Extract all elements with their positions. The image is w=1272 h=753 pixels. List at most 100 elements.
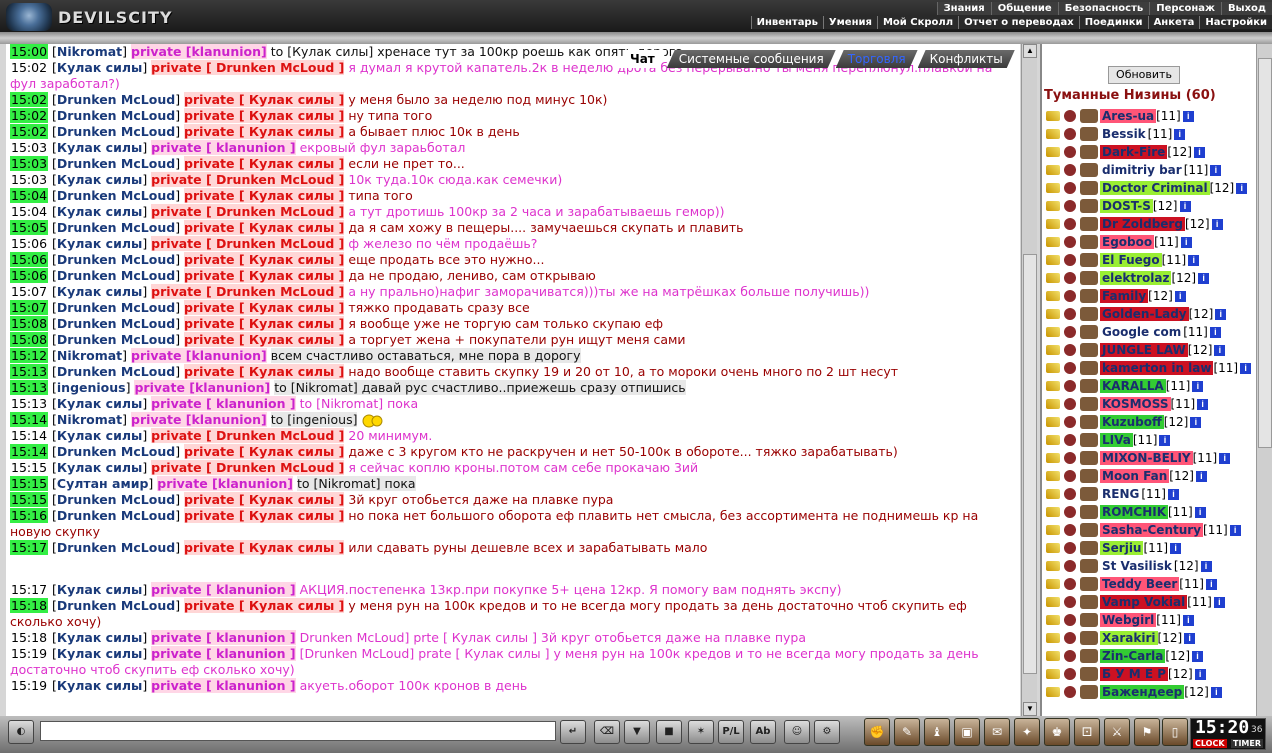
clan-icon[interactable] <box>1064 434 1076 446</box>
private-tag[interactable]: private [ Кулак силы ] <box>184 300 345 315</box>
clan-icon[interactable] <box>1064 578 1076 590</box>
clan-icon[interactable] <box>1064 524 1076 536</box>
private-tag[interactable]: private [ Drunken McLoud ] <box>151 204 345 219</box>
chat-tab[interactable]: Торговля <box>836 50 918 68</box>
user-name[interactable]: El Fuego <box>1100 253 1162 267</box>
private-tag[interactable]: private [ Кулак силы ] <box>184 492 345 507</box>
user-row[interactable]: RENG [11] i <box>1042 485 1258 503</box>
translit-icon[interactable]: Ab <box>750 720 776 744</box>
user-info-icon[interactable]: i <box>1193 146 1205 158</box>
user-name[interactable]: Б У М Е Р <box>1100 667 1169 681</box>
user-row[interactable]: JUNGLE LAW [12] i <box>1042 341 1258 359</box>
private-tag[interactable]: private [ Кулак силы ] <box>184 316 345 331</box>
message-time[interactable]: 15:13 <box>10 364 49 379</box>
user-row[interactable]: Dark-Fire [12] i <box>1042 143 1258 161</box>
user-row[interactable]: Xarakiri [12] i <box>1042 629 1258 647</box>
clan-icon[interactable] <box>1064 596 1076 608</box>
sender-name[interactable]: Кулак силы <box>57 630 142 645</box>
clan-icon[interactable] <box>1064 542 1076 554</box>
private-tag[interactable]: private [ klanunion ] <box>151 678 296 693</box>
user-name[interactable]: Webgirl <box>1100 613 1157 627</box>
smiley-icon[interactable]: ☺ <box>784 720 810 744</box>
user-info-icon[interactable]: i <box>1192 380 1204 392</box>
clan-icon[interactable] <box>1064 686 1076 698</box>
user-info-icon[interactable]: i <box>1215 308 1227 320</box>
scroll-up-icon[interactable]: ▲ <box>1023 44 1037 58</box>
flag-icon[interactable]: ⚑ <box>1134 718 1160 746</box>
message-time[interactable]: 15:17 <box>10 582 48 597</box>
message-time[interactable]: 15:15 <box>10 492 49 507</box>
user-name[interactable]: Moon Fan <box>1100 469 1170 483</box>
timer-label[interactable]: TIMER <box>1231 739 1264 748</box>
user-row[interactable]: kamerton in law [11] i <box>1042 359 1258 377</box>
sender-name[interactable]: Кулак силы <box>57 396 142 411</box>
user-row[interactable]: El Fuego [11] i <box>1042 251 1258 269</box>
clan-icon[interactable] <box>1064 110 1076 122</box>
user-info-icon[interactable]: i <box>1229 524 1241 536</box>
user-info-icon[interactable]: i <box>1214 344 1226 356</box>
user-info-icon[interactable]: i <box>1219 452 1231 464</box>
user-info-icon[interactable]: i <box>1210 686 1222 698</box>
message-time[interactable]: 15:19 <box>10 678 48 693</box>
sender-name[interactable]: Drunken McLoud <box>57 364 175 379</box>
user-info-icon[interactable]: i <box>1210 164 1222 176</box>
sender-name[interactable]: Кулак силы <box>57 460 142 475</box>
clan-icon[interactable] <box>1064 362 1076 374</box>
user-info-icon[interactable]: i <box>1209 326 1221 338</box>
clan-icon[interactable] <box>1064 560 1076 572</box>
user-info-icon[interactable]: i <box>1211 218 1223 230</box>
dice-icon[interactable]: ⚀ <box>1074 718 1100 746</box>
user-name[interactable]: DOST-S <box>1100 199 1153 213</box>
sender-name[interactable]: Drunken McLoud <box>57 124 175 139</box>
clan-icon[interactable] <box>1064 236 1076 248</box>
user-info-icon[interactable]: i <box>1180 236 1192 248</box>
message-time[interactable]: 15:04 <box>10 204 48 219</box>
user-name[interactable]: Бажендеер <box>1100 685 1185 699</box>
menu-item[interactable]: Выход <box>1220 2 1272 15</box>
fighter-icon[interactable]: ✶ <box>688 720 714 744</box>
user-row[interactable]: Doctor Criminal [12] i <box>1042 179 1258 197</box>
message-time[interactable]: 15:13 <box>10 396 48 411</box>
message-time[interactable]: 15:02 <box>10 124 49 139</box>
sender-name[interactable]: Drunken McLoud <box>57 252 175 267</box>
sender-name[interactable]: Nikromat <box>57 412 122 427</box>
user-name[interactable]: KARALLA <box>1100 379 1166 393</box>
message-time[interactable]: 15:12 <box>10 348 49 363</box>
private-tag[interactable]: private [ Кулак силы ] <box>184 508 345 523</box>
user-row[interactable]: Moon Fan [12] i <box>1042 467 1258 485</box>
user-name[interactable]: Teddy Beer <box>1100 577 1180 591</box>
sender-name[interactable]: Drunken McLoud <box>57 598 175 613</box>
sender-name[interactable]: Кулак силы <box>57 582 142 597</box>
save-icon[interactable]: ■ <box>656 720 682 744</box>
clan-icon[interactable] <box>1064 416 1076 428</box>
sender-name[interactable]: Drunken McLoud <box>57 492 175 507</box>
sender-name[interactable]: Кулак силы <box>57 172 142 187</box>
private-tag[interactable]: private [ Кулак силы ] <box>184 364 345 379</box>
user-name[interactable]: Zin-Carla <box>1100 649 1166 663</box>
user-row[interactable]: Vamp Vokial [11] i <box>1042 593 1258 611</box>
menu-item[interactable]: Персонаж <box>1149 2 1221 15</box>
user-list-scrollbar[interactable] <box>1256 44 1272 716</box>
private-tag[interactable]: private [ Кулак силы ] <box>184 332 345 347</box>
user-name[interactable]: kamerton in law <box>1100 361 1214 375</box>
user-row[interactable]: Serjiu [11] i <box>1042 539 1258 557</box>
clan-icon[interactable] <box>1064 452 1076 464</box>
user-row[interactable]: ROMCHIK [11] i <box>1042 503 1258 521</box>
sender-name[interactable]: Кулак силы <box>57 428 142 443</box>
action-icon-2[interactable]: ✎ <box>894 718 920 746</box>
user-row[interactable]: Egoboo [11] i <box>1042 233 1258 251</box>
sender-name[interactable]: Кулак силы <box>57 204 142 219</box>
chat-tab[interactable]: Конфликты <box>918 50 1015 68</box>
person-icon[interactable]: ♚ <box>1044 718 1070 746</box>
menu-item[interactable]: Знания <box>936 2 991 15</box>
message-time[interactable]: 15:05 <box>10 220 49 235</box>
user-info-icon[interactable]: i <box>1184 632 1196 644</box>
sender-name[interactable]: Кулак силы <box>57 678 142 693</box>
message-time[interactable]: 15:17 <box>10 540 49 555</box>
user-row[interactable]: LIVa [11] i <box>1042 431 1258 449</box>
clan-icon[interactable] <box>1064 308 1076 320</box>
map-icon[interactable]: ✦ <box>1014 718 1040 746</box>
clan-icon[interactable] <box>1064 254 1076 266</box>
user-name[interactable]: Google com <box>1100 325 1183 339</box>
private-tag[interactable]: private [ Кулак силы ] <box>184 124 345 139</box>
